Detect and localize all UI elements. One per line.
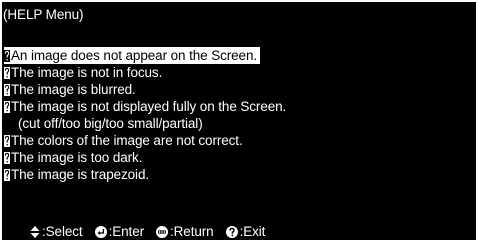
question-icon <box>4 49 10 62</box>
return-label: :Return <box>170 224 214 239</box>
select-label: :Select <box>42 224 83 239</box>
menu-item-no-image[interactable]: An image does not appear on the Screen. <box>4 47 261 64</box>
question-icon <box>4 151 10 164</box>
menu-item-too-dark[interactable]: The image is too dark. <box>4 149 142 166</box>
question-icon <box>4 83 10 96</box>
help-icon <box>225 225 238 238</box>
help-menu-screen: (HELP Menu) An image does not appear on … <box>2 2 476 240</box>
menu-item-label: The image is not displayed fully on the … <box>11 99 287 114</box>
esc-icon <box>156 225 168 238</box>
menu-item-trapezoid[interactable]: The image is trapezoid. <box>4 166 149 183</box>
up-down-arrows-icon <box>30 225 40 238</box>
menu-item-label: An image does not appear on the Screen. <box>11 48 258 63</box>
key-guide-select: :Select <box>30 224 83 239</box>
question-icon <box>4 168 10 181</box>
question-icon <box>4 66 10 79</box>
menu-item-label: The image is blurred. <box>11 82 136 97</box>
menu-item-colors-incorrect[interactable]: The colors of the image are not correct. <box>4 132 243 149</box>
exit-label: :Exit <box>239 224 266 239</box>
key-guide-enter: :Enter <box>94 224 145 239</box>
menu-item-label: The image is trapezoid. <box>11 167 150 182</box>
enter-icon <box>94 225 107 238</box>
question-icon <box>4 134 10 147</box>
key-guide-exit: :Exit <box>225 224 266 239</box>
question-icon <box>4 100 10 113</box>
enter-label: :Enter <box>108 224 145 239</box>
menu-item-blurred[interactable]: The image is blurred. <box>4 81 136 98</box>
menu-item-not-in-focus[interactable]: The image is not in focus. <box>4 64 162 81</box>
menu-item-label: The image is not in focus. <box>11 65 163 80</box>
menu-item-sub-label: (cut off/too big/too small/partial) <box>18 116 203 131</box>
key-guide-return: :Return <box>156 224 214 239</box>
menu-item-not-displayed-fully[interactable]: The image is not displayed fully on the … <box>4 98 286 115</box>
menu-item-label: The colors of the image are not correct. <box>11 133 243 148</box>
menu-item-label: The image is too dark. <box>11 150 143 165</box>
key-guide: :Select :Enter :Return :Exit <box>30 224 277 239</box>
menu-title: (HELP Menu) <box>3 7 84 22</box>
